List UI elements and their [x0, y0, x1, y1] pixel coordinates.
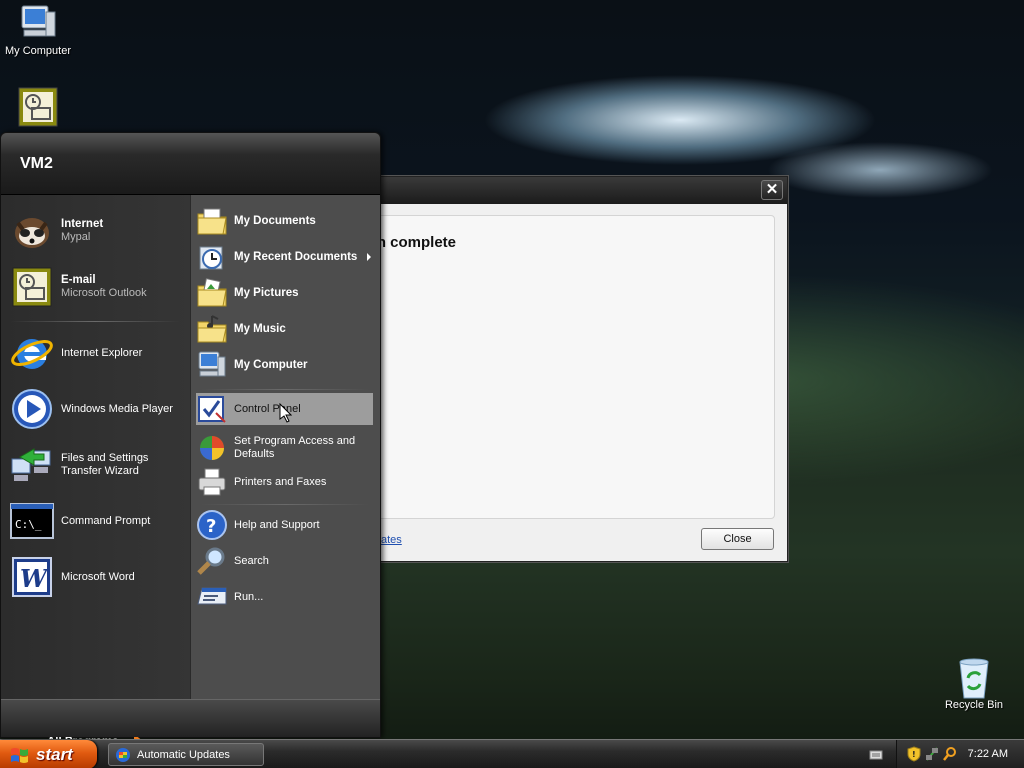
- pinned-item-subtitle: Mypal: [61, 231, 91, 243]
- pinned-item-internet[interactable]: Internet Mypal: [9, 207, 187, 255]
- left-separator: [11, 321, 179, 322]
- menu-item-my-music[interactable]: My Music: [196, 313, 373, 345]
- program-label-line2: Transfer Wizard: [61, 465, 139, 477]
- pinned-item-email[interactable]: E-mail Microsoft Outlook: [9, 263, 187, 311]
- desktop-icon-recycle-bin[interactable]: Recycle Bin: [934, 656, 1014, 711]
- program-label: Files and Settings: [61, 452, 149, 464]
- automatic-updates-dialog: ✕ n complete ates Close: [360, 176, 788, 562]
- start-menu-footer: [1, 699, 380, 737]
- recent-documents-icon: [196, 241, 228, 273]
- menu-item-search[interactable]: Search: [196, 545, 373, 577]
- menu-item-control-panel[interactable]: Control Panel: [196, 393, 373, 425]
- clock[interactable]: 7:22 AM: [968, 748, 1008, 760]
- program-command-prompt[interactable]: C:\_ Command Prompt: [9, 497, 187, 545]
- program-label: Internet Explorer: [61, 346, 143, 359]
- system-tray: ! 7:22 AM: [896, 740, 1024, 768]
- internet-explorer-icon: [9, 330, 55, 376]
- menu-item-run[interactable]: Run...: [196, 581, 373, 613]
- windows-logo-icon: [11, 747, 28, 763]
- keyboard-icon[interactable]: [869, 749, 883, 761]
- computer-icon: [196, 349, 228, 381]
- desktop-icon-label: Recycle Bin: [944, 699, 1004, 711]
- close-button[interactable]: Close: [701, 528, 774, 550]
- music-folder-icon: [196, 313, 228, 345]
- dialog-link[interactable]: ates: [381, 534, 402, 546]
- run-icon: [196, 581, 228, 613]
- menu-item-label: My Pictures: [234, 286, 299, 299]
- outlook-icon: [18, 87, 58, 127]
- word-icon: W: [9, 554, 55, 600]
- desktop-icon-my-computer[interactable]: My Computer: [0, 2, 78, 57]
- menu-item-set-program-access[interactable]: Set Program Access and Defaults: [196, 429, 373, 467]
- svg-text:!: !: [912, 750, 916, 759]
- control-panel-icon: [196, 393, 228, 425]
- dialog-close-icon[interactable]: ✕: [761, 180, 783, 200]
- computer-icon: [18, 2, 58, 42]
- taskbar-button-automatic-updates[interactable]: Automatic Updates: [108, 743, 264, 766]
- start-menu-header: VM2: [1, 133, 380, 195]
- program-label: Command Prompt: [61, 514, 151, 527]
- taskbar-button-label: Automatic Updates: [137, 748, 230, 761]
- menu-item-help-and-support[interactable]: ? Help and Support: [196, 509, 373, 541]
- menu-item-label: Help and Support: [234, 518, 320, 531]
- menu-item-label-line2: Defaults: [234, 448, 275, 460]
- svg-text:?: ?: [206, 516, 216, 537]
- recycle-bin-icon: [954, 656, 994, 699]
- menu-item-my-pictures[interactable]: My Pictures: [196, 277, 373, 309]
- program-microsoft-word[interactable]: W Microsoft Word: [9, 553, 187, 601]
- svg-text:W: W: [20, 564, 49, 593]
- user-name: VM2: [20, 155, 53, 172]
- program-transfer-wizard[interactable]: Files and Settings Transfer Wizard: [9, 441, 187, 489]
- mypal-browser-icon: [9, 208, 55, 254]
- printer-icon: [196, 466, 228, 498]
- program-label: Windows Media Player: [61, 402, 173, 415]
- program-label: Microsoft Word: [61, 570, 135, 583]
- transfer-wizard-icon: [9, 442, 55, 488]
- dialog-titlebar: ✕: [361, 177, 787, 204]
- menu-item-label: My Recent Documents: [234, 250, 358, 263]
- command-prompt-icon: C:\_: [9, 498, 55, 544]
- dialog-content-panel: n complete: [373, 215, 775, 519]
- search-icon[interactable]: [943, 746, 957, 762]
- right-separator: [201, 504, 369, 505]
- menu-item-my-recent-documents[interactable]: My Recent Documents: [196, 241, 373, 273]
- taskbar: start Automatic Updates ! 7:22 AM: [0, 739, 1024, 768]
- pictures-folder-icon: [196, 277, 228, 309]
- menu-item-label: Printers and Faxes: [234, 475, 327, 488]
- menu-item-label: Set Program Access and: [234, 435, 356, 447]
- program-access-icon: [196, 432, 228, 464]
- start-button[interactable]: start: [0, 740, 97, 768]
- outlook-icon: [9, 264, 55, 310]
- desktop-icon-outlook[interactable]: [0, 87, 78, 130]
- help-icon: ?: [196, 509, 228, 541]
- menu-item-label: My Documents: [234, 214, 316, 227]
- menu-item-label: Search: [234, 554, 269, 567]
- start-menu-left-column: Internet Mypal E-mail Microsoft Outlook In…: [1, 195, 190, 750]
- start-menu: VM2 Internet Mypal E-mail Microsoft Outloo…: [0, 132, 381, 750]
- documents-folder-icon: [196, 205, 228, 237]
- menu-item-label: My Computer: [234, 358, 308, 371]
- mouse-cursor-icon: [279, 403, 292, 423]
- start-label: start: [36, 744, 73, 764]
- right-separator: [201, 389, 369, 390]
- menu-item-printers-and-faxes[interactable]: Printers and Faxes: [196, 466, 373, 498]
- windows-update-icon: [116, 747, 130, 762]
- menu-item-my-computer[interactable]: My Computer: [196, 349, 373, 381]
- pinned-item-subtitle: Microsoft Outlook: [61, 287, 147, 299]
- security-shield-icon[interactable]: !: [907, 746, 921, 762]
- pinned-item-title: E-mail: [61, 274, 96, 286]
- program-windows-media-player[interactable]: Windows Media Player: [9, 385, 187, 433]
- menu-item-my-documents[interactable]: My Documents: [196, 205, 373, 237]
- search-icon: [196, 545, 228, 577]
- desktop-icon-label: My Computer: [4, 45, 72, 57]
- submenu-arrow-icon: [367, 253, 371, 261]
- dialog-heading: n complete: [376, 234, 456, 251]
- media-player-icon: [9, 386, 55, 432]
- menu-item-label: My Music: [234, 322, 286, 335]
- program-internet-explorer[interactable]: Internet Explorer: [9, 329, 187, 377]
- network-icon[interactable]: [925, 746, 939, 762]
- menu-item-label: Run...: [234, 590, 264, 603]
- svg-text:C:\_: C:\_: [15, 518, 42, 531]
- pinned-item-title: Internet: [61, 218, 104, 230]
